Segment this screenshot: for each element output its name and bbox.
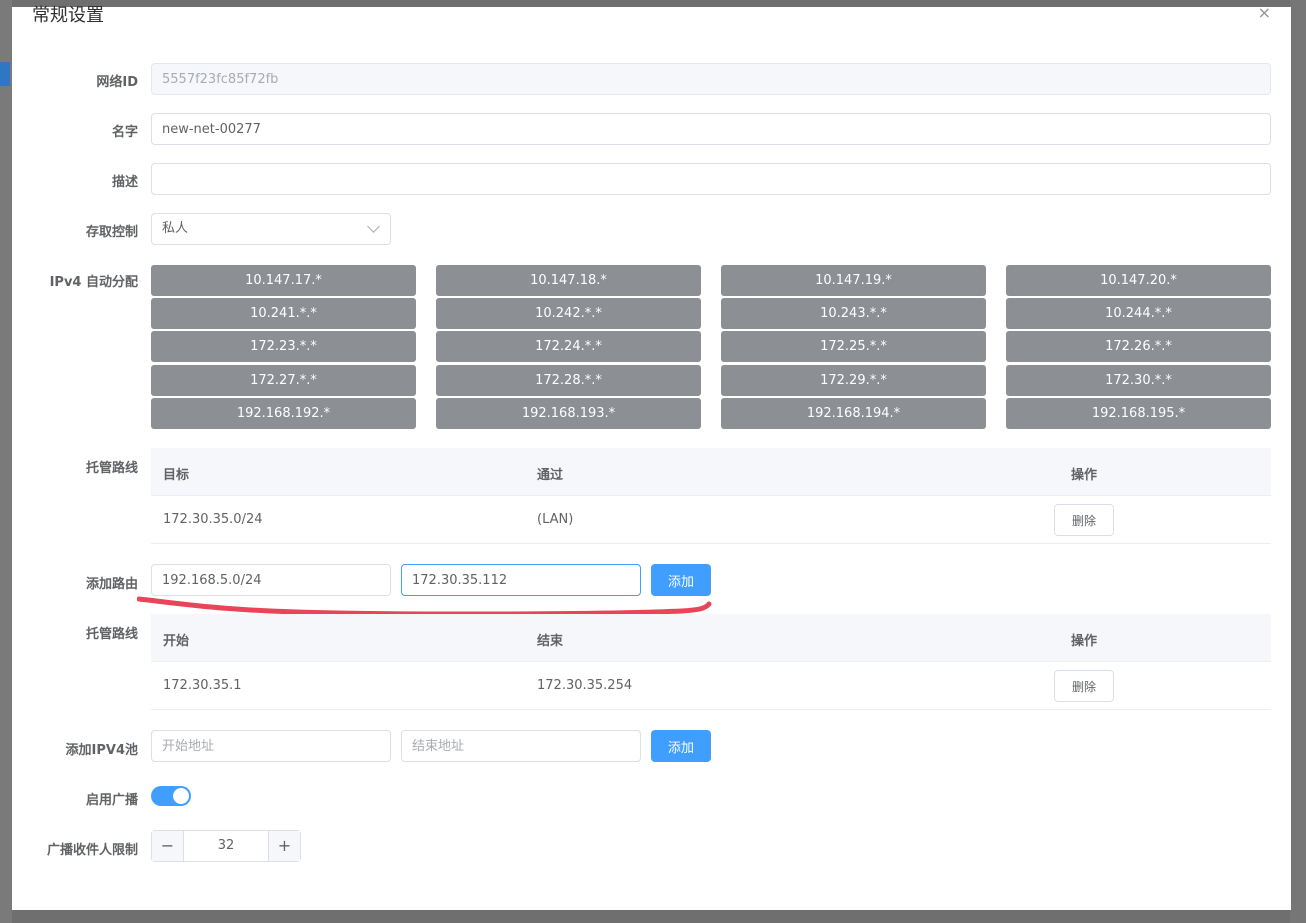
ipv4-pools-label: 托管路线 (85, 627, 138, 642)
ipv4-auto-label: IPv4 自动分配 (49, 275, 138, 290)
managed-routes-label: 托管路线 (85, 461, 138, 476)
enable-broadcast-toggle[interactable] (151, 786, 191, 806)
pool-start-input[interactable] (151, 730, 391, 762)
ipv4-pool-chip[interactable]: 10.242.*.* (436, 298, 701, 329)
table-row: 172.30.35.0/24 (LAN) 删除 (151, 496, 1271, 544)
general-settings-dialog: 常规设置 × 网络ID 名字 描述 存取控制 私人 IPv4 自动分配 10.1… (12, 3, 1291, 910)
plus-icon[interactable]: + (268, 831, 300, 861)
network-id-field (151, 63, 1271, 95)
table-header: 目标 通过 操作 (151, 448, 1271, 496)
close-icon[interactable]: × (1258, 3, 1271, 22)
add-route-label: 添加路由 (85, 577, 138, 592)
column-header-end: 结束 (537, 634, 564, 649)
access-control-select[interactable]: 私人 (151, 213, 391, 245)
delete-pool-button[interactable]: 删除 (1054, 670, 1114, 702)
ipv4-pool-chip[interactable]: 192.168.194.* (721, 398, 986, 429)
ipv4-pool-chip[interactable]: 10.147.19.* (721, 265, 986, 296)
description-label: 描述 (111, 175, 138, 190)
background-page-right (1290, 0, 1306, 923)
table-row: 172.30.35.1 172.30.35.254 删除 (151, 662, 1271, 710)
ipv4-pool-chip[interactable]: 172.25.*.* (721, 331, 986, 362)
ipv4-pool-chip[interactable]: 172.23.*.* (151, 331, 416, 362)
ipv4-pool-chip[interactable]: 172.27.*.* (151, 365, 416, 396)
ipv4-pool-chip[interactable]: 172.30.*.* (1006, 365, 1271, 396)
ipv4-pool-chip[interactable]: 192.168.192.* (151, 398, 416, 429)
ipv4-pool-chip[interactable]: 172.24.*.* (436, 331, 701, 362)
name-field[interactable] (151, 113, 1271, 145)
ipv4-pool-chip[interactable]: 10.244.*.* (1006, 298, 1271, 329)
table-header: 开始 结束 操作 (151, 614, 1271, 662)
ipv4-pool-chip[interactable]: 10.243.*.* (721, 298, 986, 329)
column-header-action: 操作 (1071, 468, 1098, 483)
pool-end-input[interactable] (401, 730, 641, 762)
column-header-via: 通过 (537, 468, 564, 483)
ipv4-pools-table: 开始 结束 操作 172.30.35.1 172.30.35.254 删除 (151, 614, 1271, 710)
minus-icon[interactable]: − (152, 831, 184, 861)
route-target: 172.30.35.0/24 (163, 512, 263, 527)
chevron-down-icon (367, 220, 380, 233)
ipv4-pool-chip[interactable]: 10.147.20.* (1006, 265, 1271, 296)
access-control-label: 存取控制 (85, 225, 138, 240)
pool-start: 172.30.35.1 (163, 678, 242, 693)
delete-route-button[interactable]: 删除 (1054, 504, 1114, 536)
ipv4-pool-chip[interactable]: 192.168.195.* (1006, 398, 1271, 429)
ipv4-pool-chip[interactable]: 172.28.*.* (436, 365, 701, 396)
enable-broadcast-label: 启用广播 (85, 793, 138, 808)
ipv4-pool-chip[interactable]: 192.168.193.* (436, 398, 701, 429)
name-label: 名字 (111, 125, 138, 140)
description-field[interactable] (151, 163, 1271, 195)
ipv4-pool-chip[interactable]: 10.241.*.* (151, 298, 416, 329)
toggle-knob (173, 788, 189, 804)
ipv4-pool-chip[interactable]: 172.26.*.* (1006, 331, 1271, 362)
background-blue-tab (0, 62, 10, 86)
dialog-title: 常规设置 (32, 5, 104, 26)
ipv4-pool-chip[interactable]: 172.29.*.* (721, 365, 986, 396)
add-ipv4-pool-label: 添加IPV4池 (65, 743, 138, 758)
broadcast-limit-value[interactable]: 32 (184, 831, 268, 861)
ipv4-pool-chip[interactable]: 10.147.17.* (151, 265, 416, 296)
ipv4-pool-chip[interactable]: 10.147.18.* (436, 265, 701, 296)
add-pool-button[interactable]: 添加 (651, 730, 711, 762)
managed-routes-table: 目标 通过 操作 172.30.35.0/24 (LAN) 删除 (151, 448, 1271, 544)
broadcast-limit-label: 广播收件人限制 (46, 843, 138, 858)
pool-end: 172.30.35.254 (537, 678, 633, 693)
network-id-label: 网络ID (96, 75, 138, 90)
column-header-action: 操作 (1071, 634, 1098, 649)
background-page-left (0, 0, 12, 923)
column-header-start: 开始 (163, 634, 190, 649)
route-via: (LAN) (537, 512, 574, 527)
column-header-target: 目标 (163, 468, 190, 483)
access-control-value: 私人 (162, 221, 189, 236)
broadcast-limit-stepper: − 32 + (151, 830, 301, 862)
